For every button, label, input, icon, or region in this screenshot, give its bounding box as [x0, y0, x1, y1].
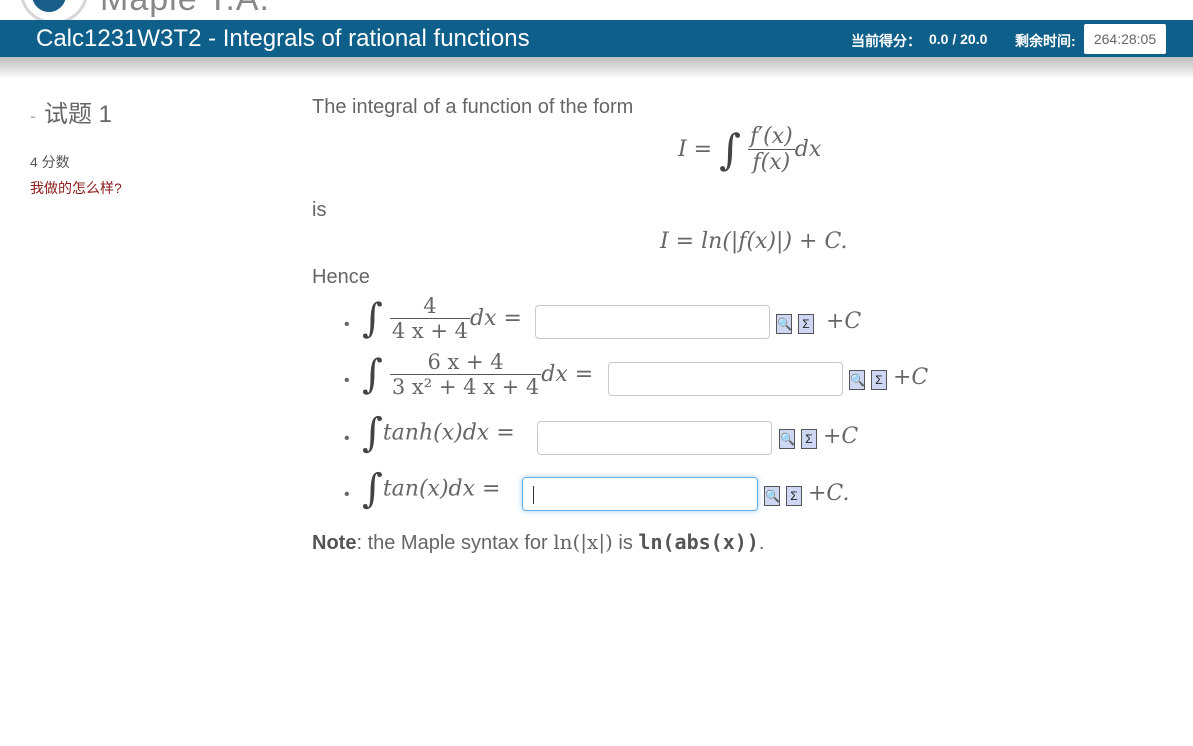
- integral-sign: ∫: [362, 351, 383, 398]
- time-remaining-value: 264:28:05: [1084, 24, 1166, 54]
- formula1-fraction: f′(x) f(x): [748, 124, 795, 175]
- formula-integral-fprime-over-f: I = ∫ f′(x) f(x) dx: [678, 124, 821, 175]
- score-label: 当前得分：: [851, 33, 921, 49]
- item-1-expression: ∫ 4 4 x + 4 dx =: [362, 294, 522, 343]
- preview-icon[interactable]: 🔍: [776, 314, 792, 334]
- item-3-integrand: tanh(x)dx =: [382, 420, 515, 446]
- item-4-expression: ∫tan(x)dx =: [362, 466, 500, 512]
- note-math: ln(|x|): [553, 530, 613, 554]
- formula1-lhs: I =: [678, 137, 713, 162]
- question-title-text: 试题 1: [44, 101, 113, 128]
- is-text: is: [312, 199, 327, 221]
- formula1-denominator: f(x): [752, 150, 791, 175]
- item-2-fraction: 6 x + 4 3 x² + 4 x + 4: [389, 350, 542, 399]
- item-2-numerator: 6 x + 4: [389, 350, 542, 375]
- syntax-note: Note: the Maple syntax for ln(|x|) is ln…: [312, 530, 764, 555]
- header-shadow: [0, 57, 1193, 79]
- item-4-suffix: +C.: [808, 481, 850, 506]
- item-4-integrand: tan(x)dx =: [382, 476, 501, 502]
- item-2-denominator: 3 x² + 4 x + 4: [391, 375, 540, 399]
- equation-editor-icon[interactable]: Σ: [871, 370, 887, 390]
- formula1-dx: dx: [794, 137, 822, 162]
- formula-ln-result: I = ln(|f(x)|) + C.: [660, 229, 848, 254]
- item-1-fraction: 4 4 x + 4: [389, 294, 471, 343]
- note-code: ln(abs(x)): [638, 530, 759, 554]
- equation-editor-icon[interactable]: Σ: [786, 486, 802, 506]
- hence-text: Hence: [312, 266, 370, 288]
- logo-text: Maple T.A.: [100, 0, 270, 19]
- equation-editor-icon[interactable]: Σ: [798, 314, 814, 334]
- note-text-2: is: [612, 532, 639, 554]
- item-1-denominator: 4 x + 4: [391, 319, 469, 343]
- preview-icon[interactable]: 🔍: [779, 429, 795, 449]
- list-bullet: •: [344, 430, 350, 447]
- preview-icon[interactable]: 🔍: [849, 370, 865, 390]
- item-1-dx: dx =: [470, 306, 522, 331]
- integral-sign: ∫: [362, 295, 383, 342]
- integral-sign: ∫: [719, 125, 742, 174]
- integral-sign: ∫: [362, 410, 383, 456]
- item-2-suffix: +C: [893, 365, 929, 390]
- how-did-i-do-link[interactable]: 我做的怎么样?: [30, 178, 122, 198]
- intro-text: The integral of a function of the form: [312, 96, 634, 118]
- note-label: Note: [312, 532, 357, 554]
- item-3-suffix: +C: [823, 424, 859, 449]
- score-value: 0.0 / 20.0: [929, 31, 988, 47]
- question-points: 4 分数: [30, 154, 70, 170]
- answer-input-2[interactable]: [608, 362, 843, 396]
- item-1-numerator: 4: [389, 294, 471, 319]
- item-3-expression: ∫tanh(x)dx =: [362, 410, 515, 456]
- answer-input-3[interactable]: [537, 421, 772, 455]
- list-bullet: •: [344, 486, 350, 503]
- assignment-title: Calc1231W3T2 - Integrals of rational fun…: [36, 25, 530, 52]
- question-title: - 试题 1: [30, 94, 112, 129]
- assignment-header: Calc1231W3T2 - Integrals of rational fun…: [0, 20, 1193, 57]
- time-remaining-label: 剩余时间:: [1015, 33, 1076, 49]
- list-bullet: •: [344, 372, 350, 389]
- item-2-expression: ∫ 6 x + 4 3 x² + 4 x + 4 dx =: [362, 350, 593, 399]
- item-2-dx: dx =: [541, 362, 594, 387]
- text-caret: [533, 486, 534, 504]
- note-end: .: [758, 532, 765, 554]
- answer-input-4[interactable]: [522, 477, 758, 511]
- logo: Maple T.A.: [0, 0, 300, 20]
- item-1-suffix: +C: [826, 309, 862, 334]
- preview-icon[interactable]: 🔍: [764, 486, 780, 506]
- formula1-numerator: f′(x): [748, 124, 795, 150]
- note-text-1: : the Maple syntax for: [356, 532, 554, 554]
- list-bullet: •: [344, 316, 350, 333]
- answer-input-1[interactable]: [535, 305, 770, 339]
- question-dash: -: [30, 106, 36, 126]
- integral-sign: ∫: [362, 466, 383, 512]
- equation-editor-icon[interactable]: Σ: [801, 429, 817, 449]
